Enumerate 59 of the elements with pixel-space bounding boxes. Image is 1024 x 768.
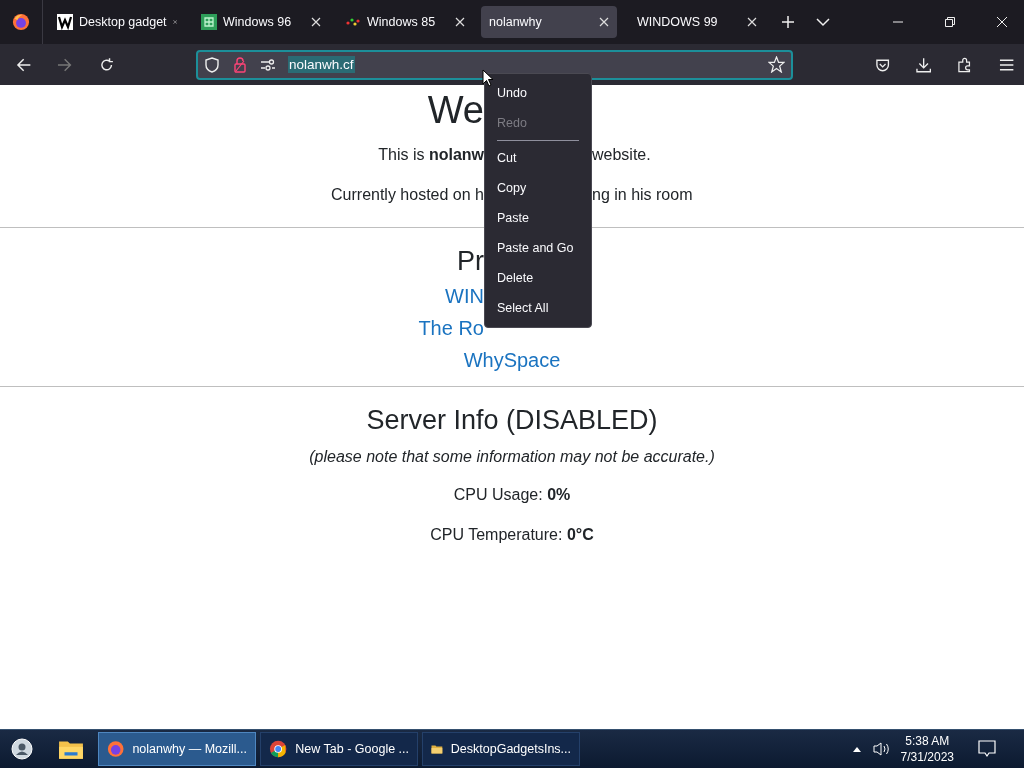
grid-icon xyxy=(201,14,217,30)
folder-icon[interactable] xyxy=(58,738,84,760)
browser-tab[interactable]: Windows 85 xyxy=(337,6,473,38)
download-icon[interactable] xyxy=(916,56,932,73)
info-text: Currently hosted on h xyxy=(331,186,484,203)
page-link[interactable]: WhySpace xyxy=(463,348,561,372)
taskbar-button[interactable]: nolanwhy — Mozill... xyxy=(98,732,256,766)
note-text: (please note that some information may not be accurate.) xyxy=(309,448,715,466)
close-icon[interactable] xyxy=(599,17,609,27)
speaker-icon[interactable] xyxy=(872,741,891,757)
page-link[interactable]: The Ro xyxy=(418,316,484,339)
notification-icon[interactable] xyxy=(978,740,996,758)
menu-item[interactable]: Delete xyxy=(485,263,591,293)
info-text: CPU Temperature: 0°C xyxy=(430,526,594,544)
menu-item[interactable]: Copy xyxy=(485,173,591,203)
puzzle-icon[interactable] xyxy=(957,56,973,73)
star-icon[interactable] xyxy=(767,56,785,73)
menu-icon[interactable] xyxy=(998,56,1014,73)
browser-logo-icon xyxy=(107,739,125,759)
page-link[interactable]: WIN xyxy=(445,284,484,307)
browser-tab[interactable]: Desktop gadget xyxy=(49,6,185,38)
padlock-icon[interactable] xyxy=(232,56,248,73)
reload-icon[interactable] xyxy=(98,56,114,73)
close-icon[interactable] xyxy=(747,17,757,27)
section-heading: Server Info (DISABLED) xyxy=(366,404,658,436)
menu-item[interactable]: Cut xyxy=(485,143,591,173)
browser-tab[interactable]: nolanwhy xyxy=(481,6,617,38)
menu-item[interactable]: Paste and Go xyxy=(485,233,591,263)
clock-date: 7/31/2023 xyxy=(900,749,954,765)
caret-up-icon[interactable] xyxy=(852,746,861,752)
menu-item[interactable]: Select All xyxy=(485,293,591,323)
new-tab-icon[interactable] xyxy=(781,15,795,29)
info-text: ng in his room xyxy=(592,186,693,203)
close-icon[interactable] xyxy=(996,16,1008,28)
restore-icon[interactable] xyxy=(944,16,956,28)
browser-tab[interactable]: Windows 96 xyxy=(193,6,329,38)
info-text: This is nolanw xyxy=(378,146,484,163)
page-heading: We xyxy=(427,88,484,131)
start-button[interactable] xyxy=(11,738,33,760)
browser-tab[interactable]: WINDOWS 99 xyxy=(629,6,765,38)
taskbar-button[interactable]: New Tab - Google ... xyxy=(260,732,418,766)
back-arrow-icon[interactable] xyxy=(16,56,32,73)
chrome-logo-icon xyxy=(269,739,288,759)
browser-logo-icon[interactable] xyxy=(12,13,30,31)
menu-item[interactable]: Paste xyxy=(485,203,591,233)
taskbar-button[interactable]: DesktopGadgetsIns... xyxy=(422,732,580,766)
sliders-icon[interactable] xyxy=(260,56,276,73)
info-text: CPU Usage: 0% xyxy=(453,486,571,504)
menu-item[interactable]: Undo xyxy=(485,78,591,108)
close-icon[interactable] xyxy=(311,17,321,27)
w-logo-icon xyxy=(57,14,73,30)
info-text: website. xyxy=(592,146,651,163)
chevron-down-icon[interactable] xyxy=(816,15,830,29)
clock-time: 5:38 AM xyxy=(905,733,950,749)
shield-icon[interactable] xyxy=(204,56,220,73)
address-bar[interactable]: nolanwh.cf xyxy=(196,49,793,80)
forward-arrow-icon[interactable] xyxy=(57,56,73,73)
close-icon[interactable] xyxy=(455,17,465,27)
page-heading: Pr xyxy=(457,245,484,276)
